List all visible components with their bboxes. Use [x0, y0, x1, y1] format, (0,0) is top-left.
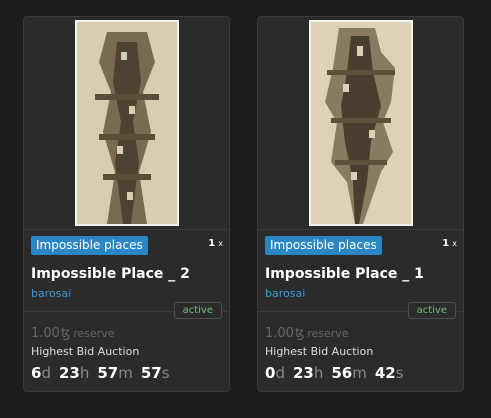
countdown-timer: 6d 23h 57m 57s — [31, 364, 170, 382]
artwork-illustration — [310, 22, 411, 224]
countdown-timer: 0d 23h 56m 42s — [265, 364, 404, 382]
tez-currency-icon: ꜩ — [294, 326, 305, 341]
artwork-frame[interactable] — [24, 17, 229, 230]
auction-type: Highest Bid Auction — [265, 345, 374, 358]
card-title[interactable]: Impossible Place _ 2 — [31, 266, 190, 282]
artwork-image[interactable] — [308, 20, 413, 226]
countdown-seconds: 57 — [140, 364, 162, 382]
reserve-amount: 1.00 — [31, 326, 60, 341]
reserve-amount: 1.00 — [265, 326, 294, 341]
countdown-seconds-unit: s — [161, 364, 170, 382]
collection-badge[interactable]: Impossible places — [265, 236, 382, 255]
countdown-minutes: 57 — [97, 364, 119, 382]
countdown-minutes: 56 — [331, 364, 353, 382]
edition-count-suffix: x — [452, 239, 457, 248]
collection-badge[interactable]: Impossible places — [31, 236, 148, 255]
edition-count: 1x — [442, 238, 457, 249]
reserve-price: 1.00ꜩ reserve — [31, 322, 115, 341]
countdown-minutes-unit: m — [352, 364, 367, 382]
artist-link[interactable]: barosai — [31, 287, 71, 300]
edition-count-value: 1 — [208, 238, 216, 249]
countdown-days: 6 — [31, 364, 42, 382]
reserve-label: reserve — [73, 327, 115, 340]
artwork-illustration — [76, 22, 177, 224]
countdown-hours-unit: h — [79, 364, 90, 382]
artwork-frame[interactable] — [258, 17, 463, 230]
edition-count-suffix: x — [218, 239, 223, 248]
reserve-price: 1.00ꜩ reserve — [265, 322, 349, 341]
artwork-image[interactable] — [74, 20, 179, 226]
countdown-seconds: 42 — [374, 364, 396, 382]
auction-card[interactable]: Impossible places 1x Impossible Place _ … — [257, 16, 464, 392]
edition-count: 1x — [208, 238, 223, 249]
countdown-hours: 23 — [292, 364, 314, 382]
countdown-minutes-unit: m — [118, 364, 133, 382]
edition-count-value: 1 — [442, 238, 450, 249]
countdown-hours-unit: h — [313, 364, 324, 382]
countdown-days-unit: d — [275, 364, 285, 382]
reserve-label: reserve — [307, 327, 349, 340]
card-title[interactable]: Impossible Place _ 1 — [265, 266, 424, 282]
countdown-hours: 23 — [58, 364, 80, 382]
countdown-days-unit: d — [41, 364, 51, 382]
status-badge: active — [173, 302, 222, 319]
countdown-days: 0 — [265, 364, 276, 382]
auction-type: Highest Bid Auction — [31, 345, 140, 358]
auction-card[interactable]: Impossible places 1x Impossible Place _ … — [23, 16, 230, 392]
artist-link[interactable]: barosai — [265, 287, 305, 300]
countdown-seconds-unit: s — [395, 364, 404, 382]
status-badge: active — [407, 302, 456, 319]
tez-currency-icon: ꜩ — [60, 326, 71, 341]
